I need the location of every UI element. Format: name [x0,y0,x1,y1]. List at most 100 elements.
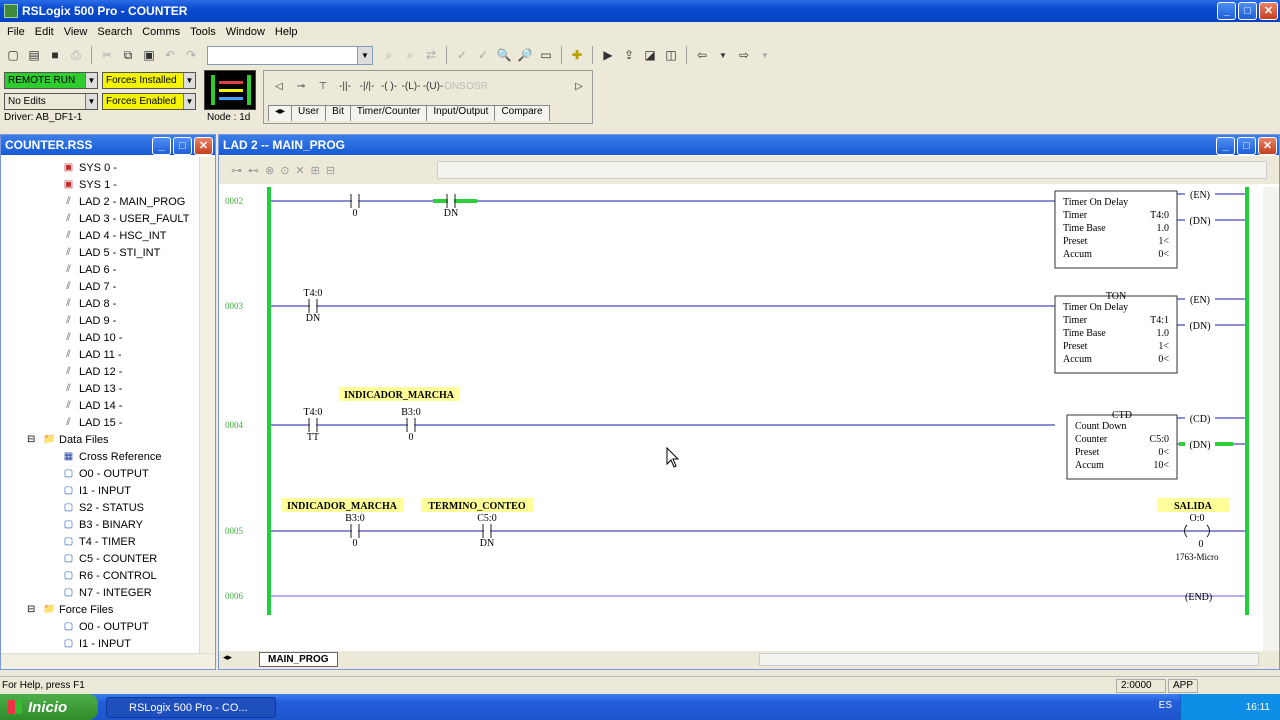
zoom-out-icon[interactable]: 🔎 [516,46,534,64]
tree-item[interactable]: ⊟ 📁 Data Files [27,431,109,448]
tree-item[interactable]: ⫽ LAD 11 - [63,346,121,363]
tree-item[interactable]: ⫽ LAD 12 - [63,363,122,380]
menu-view[interactable]: View [59,26,93,38]
tree-item[interactable]: ⫽ LAD 4 - HSC_INT [63,227,166,244]
chevron-down-icon[interactable]: ▼ [357,46,372,64]
taskbar-item-rslogix[interactable]: RSLogix 500 Pro - CO... [106,697,276,718]
new-file-icon[interactable]: ▢ [4,46,22,64]
copy-icon[interactable]: ⧉ [119,46,137,64]
tab-input-output[interactable]: Input/Output [426,105,496,121]
tab-user[interactable]: User [291,105,327,121]
otl-icon[interactable]: -(L)- [400,81,422,92]
print-icon[interactable]: ⎙ [67,46,85,64]
ons-icon[interactable]: ONS [444,81,466,92]
tab-scroll-icon[interactable]: ◂▸ [268,105,293,121]
mode-dropdown[interactable]: REMOTE RUN ▼ [4,72,98,89]
upload-icon[interactable]: ⇪ [620,46,638,64]
close-button[interactable]: ✕ [194,137,213,155]
tree-item[interactable]: ⫽ LAD 15 - [63,414,122,431]
assemble-icon[interactable]: ⊞ [311,164,320,177]
menu-window[interactable]: Window [221,26,270,38]
minimize-button[interactable]: _ [152,137,171,155]
collapse-icon[interactable]: ⊟ [27,604,35,615]
tree-item[interactable]: ▢ I1 - INPUT [63,635,131,652]
find-next-icon[interactable]: ⌕ [401,46,419,64]
tab-bit[interactable]: Bit [325,105,351,121]
tree-item[interactable]: ⫽ LAD 5 - STI_INT [63,244,160,261]
otu-icon[interactable]: -(U)- [422,81,444,92]
redo-icon[interactable]: ↷ [182,46,200,64]
replace-icon[interactable]: ⇄ [422,46,440,64]
ladder-horizontal-scrollbar[interactable] [759,653,1259,666]
language-indicator[interactable]: ES [1159,700,1172,711]
file-tab-main-prog[interactable]: MAIN_PROG [259,652,338,667]
tree-item[interactable]: ▢ B3 - BINARY [63,516,143,533]
menu-comms[interactable]: Comms [137,26,185,38]
tree-item[interactable]: ⫽ LAD 8 - [63,295,116,312]
ote-icon[interactable]: -( )- [378,81,400,92]
scroll-left-icon[interactable]: ◁ [268,81,290,92]
test-edits-icon[interactable]: ⊙ [280,164,289,177]
processor-status-icon[interactable] [204,70,256,110]
chevron-down-icon[interactable]: ▼ [714,46,732,64]
tree-item[interactable]: ⫽ LAD 6 - [63,261,116,278]
collapse-icon[interactable]: ⊟ [27,434,35,445]
forces-enabled-dropdown[interactable]: Forces Enabled ▼ [102,93,196,110]
start-button[interactable]: Inicio [0,694,98,720]
play-icon[interactable]: ▶ [599,46,617,64]
menu-tools[interactable]: Tools [185,26,221,38]
cut-icon[interactable]: ✂ [98,46,116,64]
close-button[interactable]: ✕ [1259,2,1278,20]
tab-timer-counter[interactable]: Timer/Counter [349,105,428,121]
back-icon[interactable]: ⇦ [693,46,711,64]
chart-icon[interactable]: ◪ [641,46,659,64]
tree-item[interactable]: ⊟ 📁 Force Files [27,601,113,618]
save-icon[interactable]: ■ [46,46,64,64]
tree-horizontal-scrollbar[interactable] [1,653,215,669]
find-icon[interactable]: ⌕ [380,46,398,64]
xic-icon[interactable]: -||- [334,81,356,92]
minimize-button[interactable]: _ [1217,2,1236,20]
ladder-vertical-scrollbar[interactable] [1263,187,1279,651]
untest-edits-icon[interactable]: ✕ [295,164,304,177]
open-folder-icon[interactable]: ▤ [25,46,43,64]
chevron-down-icon[interactable]: ▼ [756,46,774,64]
tree-item[interactable]: ▦ Cross Reference [63,448,162,465]
ladder-canvas[interactable]: 0002 0 DN Timer On Delay Timer T4:0 Time Base 1… [219,187,1263,651]
tree-item[interactable]: ▢ O0 - OUTPUT [63,618,149,635]
tree-item[interactable]: ⫽ LAD 10 - [63,329,122,346]
monitor-icon[interactable]: ◫ [662,46,680,64]
edits-dropdown[interactable]: No Edits ▼ [4,93,98,110]
tree-item[interactable]: ⫽ LAD 7 - [63,278,116,295]
tree-vertical-scrollbar[interactable] [199,157,215,653]
menu-edit[interactable]: Edit [30,26,59,38]
tree-item[interactable]: ⫽ LAD 2 - MAIN_PROG [63,193,185,210]
file-tab-scroll-icon[interactable]: ◂▸ [223,652,232,663]
maximize-button[interactable]: □ [1237,137,1256,155]
menu-help[interactable]: Help [270,26,303,38]
cancel-assemble-icon[interactable]: ⊟ [326,164,335,177]
scroll-right-icon[interactable]: ▷ [568,81,590,92]
maximize-button[interactable]: □ [173,137,192,155]
tree-item[interactable]: ▢ S2 - STATUS [63,499,144,516]
minimize-button[interactable]: _ [1216,137,1235,155]
rung-icon[interactable]: ⊸ [290,81,312,92]
undo-icon[interactable]: ↶ [161,46,179,64]
ascii-edit-field[interactable] [437,161,1267,179]
osr-icon[interactable]: OSR [466,81,488,92]
ladder-diagram[interactable]: 0002 0 DN Timer On Delay Timer T4:0 Time Base 1… [219,187,1263,651]
maximize-button[interactable]: □ [1238,2,1257,20]
menu-file[interactable]: File [2,26,30,38]
verify-project-icon[interactable]: ✓ [474,46,492,64]
verify-file-icon[interactable]: ✓ [453,46,471,64]
tree-item[interactable]: ▢ N7 - INTEGER [63,584,152,601]
tree-item[interactable]: ▢ I1 - INPUT [63,482,131,499]
menu-search[interactable]: Search [92,26,137,38]
close-button[interactable]: ✕ [1258,137,1277,155]
paste-icon[interactable]: ▣ [140,46,158,64]
cancel-edits-icon[interactable]: ⊗ [265,164,274,177]
forward-icon[interactable]: ⇨ [735,46,753,64]
tree-item[interactable]: ▣ SYS 0 - [63,159,117,176]
branch-icon[interactable]: ⊤ [312,81,334,92]
search-combo[interactable]: ▼ [207,45,373,65]
